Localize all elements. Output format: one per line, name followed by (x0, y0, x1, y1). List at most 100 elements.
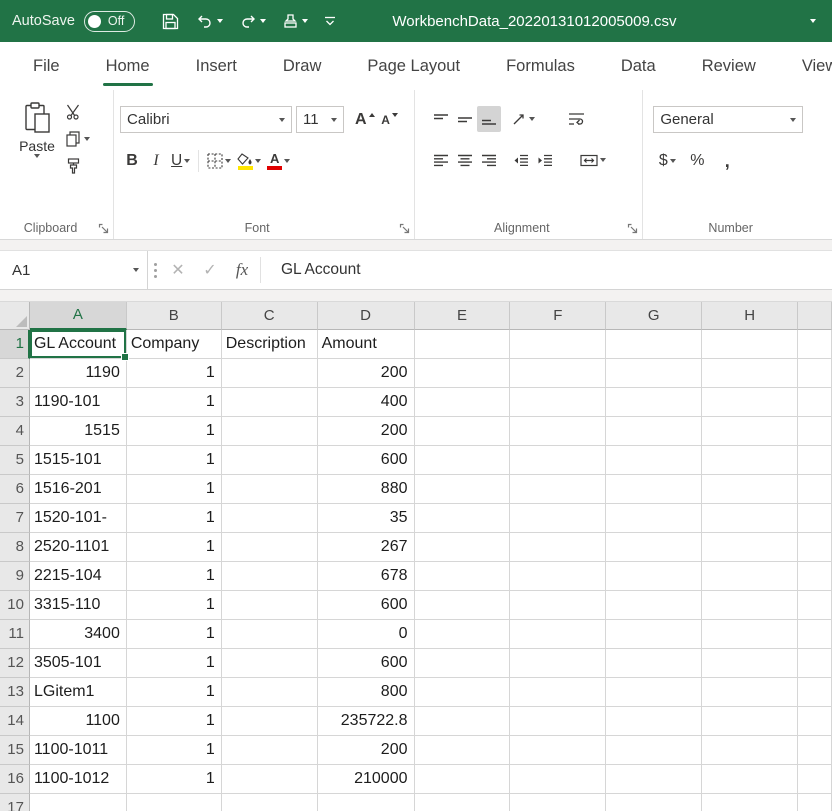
cell-D3[interactable]: 400 (318, 388, 415, 417)
tab-draw[interactable]: Draw (260, 42, 345, 90)
cell-H3[interactable] (702, 388, 798, 417)
column-header-B[interactable]: B (127, 302, 222, 330)
row-header-14[interactable]: 14 (0, 707, 30, 736)
redo-button[interactable] (239, 13, 266, 29)
number-format-select[interactable]: General (653, 106, 803, 133)
formula-input[interactable]: GL Account (263, 251, 832, 289)
cell-F10[interactable] (510, 591, 606, 620)
cell-G15[interactable] (606, 736, 702, 765)
cell-E2[interactable] (415, 359, 511, 388)
cell-D9[interactable]: 678 (318, 562, 415, 591)
fill-color-button[interactable] (234, 148, 264, 174)
cell-G11[interactable] (606, 620, 702, 649)
cell-H1[interactable] (702, 330, 798, 359)
cell-D4[interactable]: 200 (318, 417, 415, 446)
cell-B14[interactable]: 1 (127, 707, 222, 736)
font-size-select[interactable]: 11 (296, 106, 344, 133)
cell-A8[interactable]: 2520-1101 (30, 533, 127, 562)
save-button[interactable] (161, 12, 180, 31)
cell-C7[interactable] (222, 504, 318, 533)
cell-B13[interactable]: 1 (127, 678, 222, 707)
paste-button[interactable]: Paste (8, 102, 66, 174)
cell-B4[interactable]: 1 (127, 417, 222, 446)
cell-A7[interactable]: 1520-101- (30, 504, 127, 533)
cell-I5[interactable] (798, 446, 832, 475)
cell-H2[interactable] (702, 359, 798, 388)
name-box-caret-icon[interactable] (133, 268, 139, 272)
cell-G9[interactable] (606, 562, 702, 591)
cell-G17[interactable] (606, 794, 702, 811)
cell-C1[interactable]: Description (222, 330, 318, 359)
cell-D11[interactable]: 0 (318, 620, 415, 649)
column-header-H[interactable]: H (702, 302, 798, 330)
cell-A15[interactable]: 1100-1011 (30, 736, 127, 765)
align-top-button[interactable] (429, 106, 453, 132)
cell-C9[interactable] (222, 562, 318, 591)
cell-C5[interactable] (222, 446, 318, 475)
cell-G8[interactable] (606, 533, 702, 562)
row-header-11[interactable]: 11 (0, 620, 30, 649)
cell-H12[interactable] (702, 649, 798, 678)
cell-H5[interactable] (702, 446, 798, 475)
cell-E10[interactable] (415, 591, 511, 620)
cell-F11[interactable] (510, 620, 606, 649)
cell-H6[interactable] (702, 475, 798, 504)
cell-C14[interactable] (222, 707, 318, 736)
cell-B15[interactable]: 1 (127, 736, 222, 765)
cell-F6[interactable] (510, 475, 606, 504)
select-all-corner[interactable] (0, 302, 30, 330)
cell-A10[interactable]: 3315-110 (30, 591, 127, 620)
row-header-16[interactable]: 16 (0, 765, 30, 794)
cell-B10[interactable]: 1 (127, 591, 222, 620)
formula-bar-splitter[interactable] (148, 251, 162, 289)
cell-D14[interactable]: 235722.8 (318, 707, 415, 736)
enter-icon[interactable]: ✓ (194, 251, 226, 289)
cell-D8[interactable]: 267 (318, 533, 415, 562)
orientation-button[interactable] (509, 106, 538, 132)
cell-I7[interactable] (798, 504, 832, 533)
cell-I17[interactable] (798, 794, 832, 811)
cell-F12[interactable] (510, 649, 606, 678)
cell-H17[interactable] (702, 794, 798, 811)
cell-A16[interactable]: 1100-1012 (30, 765, 127, 794)
align-center-button[interactable] (453, 147, 477, 173)
column-header-D[interactable]: D (318, 302, 415, 330)
cell-F17[interactable] (510, 794, 606, 811)
cell-F5[interactable] (510, 446, 606, 475)
cell-F15[interactable] (510, 736, 606, 765)
cell-A2[interactable]: 1190 (30, 359, 127, 388)
cell-I10[interactable] (798, 591, 832, 620)
title-caret-icon[interactable] (810, 19, 816, 23)
undo-caret-icon[interactable] (217, 19, 223, 23)
cell-G4[interactable] (606, 417, 702, 446)
row-header-2[interactable]: 2 (0, 359, 30, 388)
font-dialog-launcher[interactable] (399, 223, 410, 234)
cell-E14[interactable] (415, 707, 511, 736)
cell-F2[interactable] (510, 359, 606, 388)
accounting-format-button[interactable]: $ (655, 148, 679, 174)
cell-B16[interactable]: 1 (127, 765, 222, 794)
cell-D2[interactable]: 200 (318, 359, 415, 388)
align-middle-button[interactable] (453, 106, 477, 132)
cell-D16[interactable]: 210000 (318, 765, 415, 794)
cancel-icon[interactable]: ✕ (162, 251, 194, 289)
cell-C8[interactable] (222, 533, 318, 562)
cell-F13[interactable] (510, 678, 606, 707)
cell-C16[interactable] (222, 765, 318, 794)
cell-G14[interactable] (606, 707, 702, 736)
cell-I14[interactable] (798, 707, 832, 736)
cell-C6[interactable] (222, 475, 318, 504)
cell-B17[interactable] (127, 794, 222, 811)
cell-F7[interactable] (510, 504, 606, 533)
tab-review[interactable]: Review (679, 42, 779, 90)
italic-button[interactable]: I (144, 148, 168, 174)
cell-D1[interactable]: Amount (318, 330, 415, 359)
cell-I2[interactable] (798, 359, 832, 388)
tab-data[interactable]: Data (598, 42, 679, 90)
cell-C3[interactable] (222, 388, 318, 417)
column-header-E[interactable]: E (415, 302, 511, 330)
row-header-10[interactable]: 10 (0, 591, 30, 620)
cell-H9[interactable] (702, 562, 798, 591)
tab-page-layout[interactable]: Page Layout (344, 42, 483, 90)
cell-E15[interactable] (415, 736, 511, 765)
